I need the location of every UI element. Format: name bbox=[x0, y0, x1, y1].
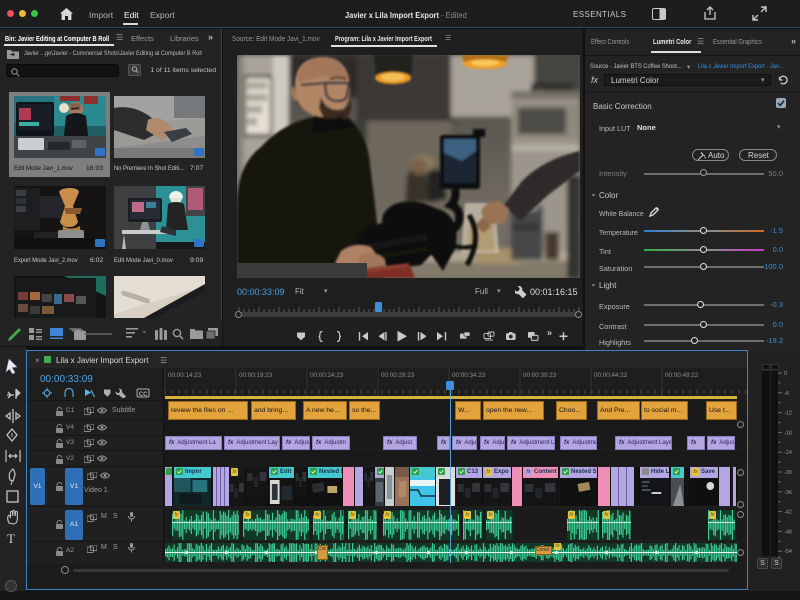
svg-text:CC: CC bbox=[139, 391, 148, 398]
svg-text:-30: -30 bbox=[784, 470, 792, 476]
svg-text:00:00:24:23: 00:00:24:23 bbox=[310, 372, 344, 379]
svg-text:-42: -42 bbox=[784, 510, 792, 516]
svg-text:00:00:34:23: 00:00:34:23 bbox=[452, 372, 486, 379]
svg-text:-18: -18 bbox=[784, 430, 792, 436]
svg-text:00:00:49:22: 00:00:49:22 bbox=[665, 372, 699, 379]
svg-text:00:00:19:23: 00:00:19:23 bbox=[239, 372, 273, 379]
svg-text:»: » bbox=[547, 328, 552, 338]
svg-text:00:00:44:22: 00:00:44:22 bbox=[594, 372, 628, 379]
svg-text:-24: -24 bbox=[784, 450, 792, 456]
svg-text:-12: -12 bbox=[784, 411, 792, 417]
svg-text:00:00:39:23: 00:00:39:23 bbox=[523, 372, 557, 379]
svg-text:T: T bbox=[7, 531, 15, 546]
svg-text:00:00:14:23: 00:00:14:23 bbox=[168, 372, 202, 379]
svg-text:-6: -6 bbox=[784, 391, 789, 397]
svg-text:0: 0 bbox=[784, 371, 787, 377]
svg-text:-54: -54 bbox=[784, 549, 792, 555]
svg-text:00:00:29:23: 00:00:29:23 bbox=[381, 372, 415, 379]
svg-text:-48: -48 bbox=[784, 529, 792, 535]
svg-text:-36: -36 bbox=[784, 490, 792, 496]
